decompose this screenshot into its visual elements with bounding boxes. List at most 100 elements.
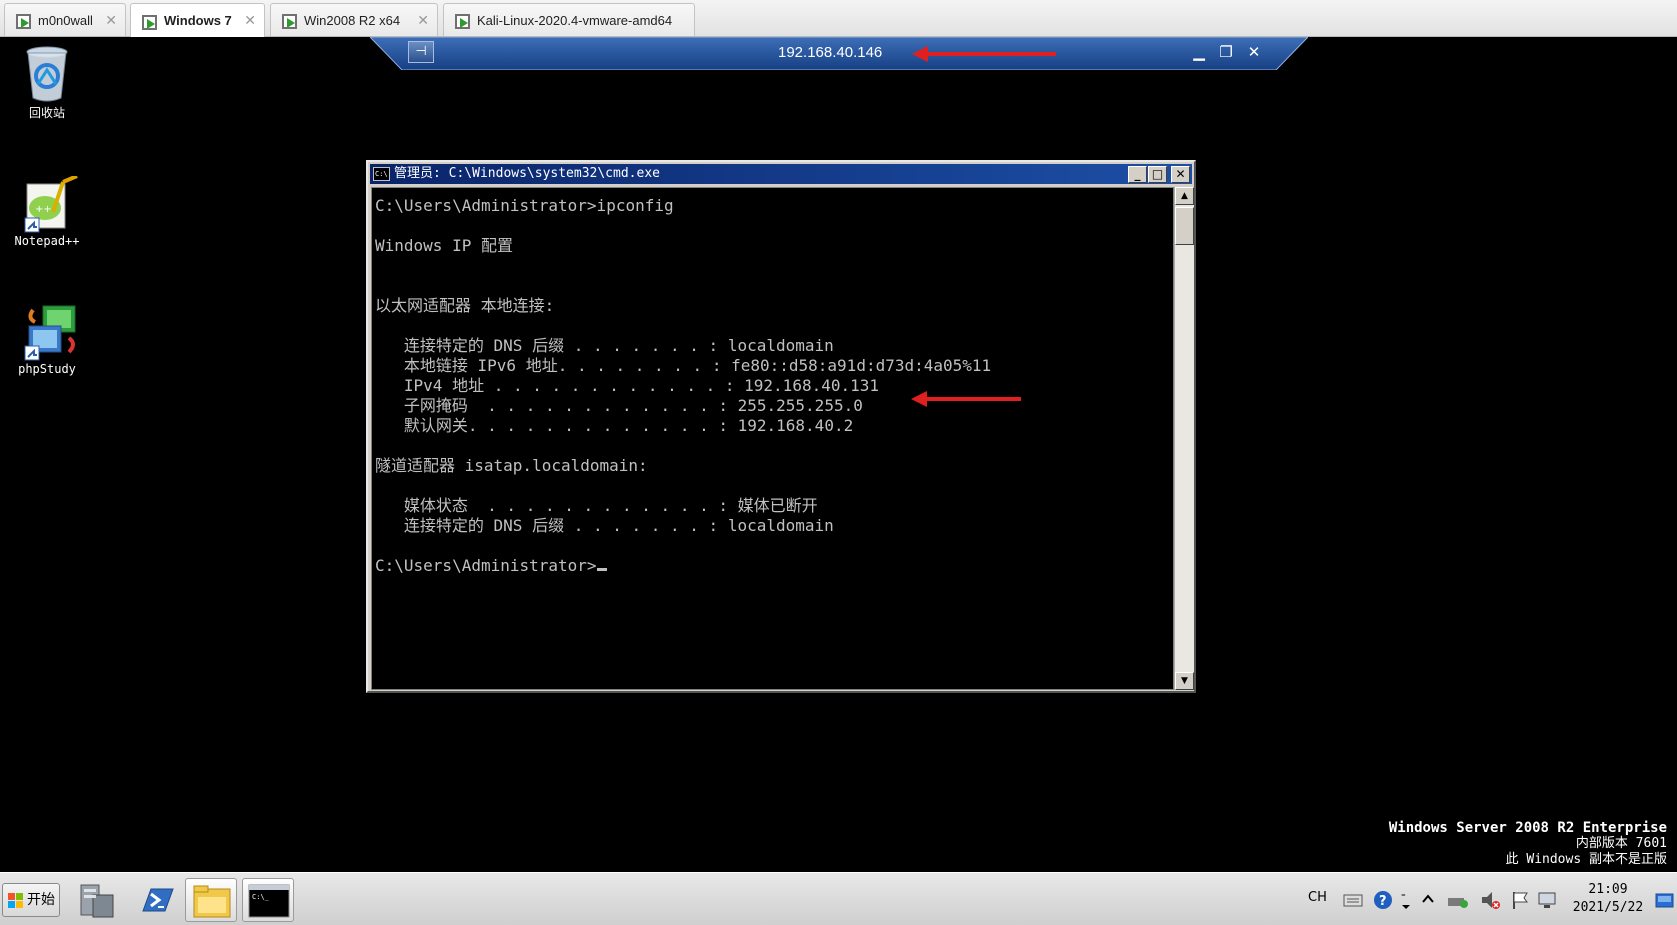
os-genuine-notice: 此 Windows 副本不是正版 (1505, 852, 1667, 867)
console-text: C:\Users\Administrator>ipconfig Windows … (375, 196, 991, 576)
svg-text:C:\_: C:\_ (252, 893, 270, 901)
console-line: 以太网适配器 本地连接: (375, 296, 555, 315)
console-line: 隧道适配器 isatap.localdomain: (375, 456, 648, 475)
console-line: 连接特定的 DNS 后缀 . . . . . . . : localdomain (375, 516, 834, 535)
svg-text:++: ++ (35, 204, 52, 215)
vm-icon (141, 13, 157, 30)
monitor-icon[interactable] (1537, 890, 1557, 910)
tab-win2008[interactable]: Win2008 R2 x64 ✕ (270, 3, 438, 36)
tab-label: m0n0wall (38, 12, 93, 28)
tray-options-icon[interactable]: ⁼ (1400, 890, 1420, 910)
start-label: 开始 (27, 892, 55, 908)
vm-icon (281, 12, 297, 29)
desktop-icon-label: phpStudy (18, 362, 76, 376)
action-center-flag-icon[interactable] (1510, 890, 1530, 910)
close-icon[interactable]: ✕ (105, 12, 117, 29)
phpstudy-icon (23, 304, 76, 361)
os-build: 内部版本 7601 (1575, 836, 1667, 851)
maximize-button[interactable]: □ (1148, 166, 1167, 183)
remote-connection-bar: ⊣ 192.168.40.146 ▁ ❐ ✕ (370, 37, 1308, 70)
vertical-scrollbar[interactable]: ▲ ▼ (1174, 187, 1194, 690)
scroll-thumb[interactable] (1175, 207, 1194, 245)
tab-windows-7[interactable]: Windows 7 ✕ (130, 3, 265, 37)
console-line: 默认网关. . . . . . . . . . . . . : 192.168.… (375, 416, 854, 435)
minimize-button[interactable]: _ (1128, 166, 1147, 183)
powershell-icon (142, 888, 174, 912)
windows-logo-icon (8, 893, 24, 909)
red-arrow-annotation (911, 391, 1021, 407)
clock-date: 2021/5/22 (1572, 900, 1644, 915)
desktop-icon-phpstudy[interactable]: phpStudy (2, 304, 92, 376)
desktop-icon-label: Notepad++ (14, 234, 80, 248)
network-icon[interactable] (1446, 890, 1468, 910)
taskbar-server-manager[interactable] (70, 878, 122, 922)
console-line: IPv4 地址 . . . . . . . . . . . . : 192.16… (375, 376, 880, 395)
taskbar-explorer[interactable] (185, 878, 237, 922)
keyboard-icon[interactable] (1343, 890, 1363, 910)
scroll-down-button[interactable]: ▼ (1175, 672, 1194, 690)
minimize-button[interactable]: ▁ (1188, 41, 1210, 63)
taskbar: 开始 C:\_ CH ? ⁼ 21:09 2021/5/22 (0, 872, 1677, 925)
os-watermark: Windows Server 2008 R2 Enterprise 内部版本 7… (1389, 820, 1667, 868)
text-cursor (596, 568, 607, 571)
svg-text:⁼: ⁼ (1401, 893, 1406, 903)
show-desktop-icon[interactable] (1655, 890, 1675, 910)
vm-icon (454, 12, 470, 29)
console-line: C:\Users\Administrator>ipconfig (375, 196, 674, 215)
os-edition: Windows Server 2008 R2 Enterprise (1388, 820, 1667, 836)
help-icon[interactable]: ? (1373, 890, 1393, 910)
start-button[interactable]: 开始 (2, 883, 60, 917)
volume-muted-icon[interactable] (1480, 890, 1500, 910)
screen: m0n0wall ✕ Windows 7 ✕ Win2008 R2 x64 ✕ … (0, 0, 1677, 925)
system-clock[interactable]: 21:09 2021/5/22 (1564, 881, 1652, 917)
console-line: 媒体状态 . . . . . . . . . . . . : 媒体已断开 (375, 496, 818, 515)
vm-icon (15, 12, 31, 29)
recycle-bin-icon (23, 44, 71, 102)
server-manager-icon (80, 884, 114, 918)
console-line: 连接特定的 DNS 后缀 . . . . . . . : localdomain (375, 336, 834, 355)
taskbar-cmd[interactable]: C:\_ (242, 878, 294, 922)
tab-label: Win2008 R2 x64 (304, 12, 401, 28)
console-prompt: C:\Users\Administrator> (375, 556, 991, 576)
cmd-icon: C:\ (373, 167, 390, 181)
vmware-tab-bar: m0n0wall ✕ Windows 7 ✕ Win2008 R2 x64 ✕ … (0, 0, 1677, 37)
tab-m0n0wall[interactable]: m0n0wall ✕ (4, 3, 126, 36)
chevron-up-icon[interactable] (1421, 890, 1441, 910)
cmd-window[interactable]: C:\ 管理员: C:\Windows\system32\cmd.exe _ □… (366, 160, 1196, 693)
close-icon[interactable]: ✕ (417, 12, 429, 29)
pin-icon[interactable]: ⊣ (408, 41, 434, 63)
scroll-up-button[interactable]: ▲ (1175, 187, 1194, 205)
notepadpp-icon: ++ (23, 174, 78, 233)
cmd-title-bar[interactable]: C:\ 管理员: C:\Windows\system32\cmd.exe (370, 164, 1192, 184)
restore-button[interactable]: ❐ (1215, 41, 1237, 63)
folder-icon (193, 885, 231, 918)
clock-time: 21:09 (1588, 882, 1628, 897)
close-icon[interactable]: ✕ (244, 12, 256, 29)
desktop-icon-label: 回收站 (28, 106, 65, 120)
close-button[interactable]: ✕ (1171, 166, 1190, 183)
desktop-icon-notepadpp[interactable]: ++ Notepad++ (2, 174, 92, 248)
console-output[interactable]: C:\Users\Administrator>ipconfig Windows … (371, 187, 1174, 690)
taskbar-powershell[interactable] (130, 878, 182, 922)
language-indicator[interactable]: CH (1308, 890, 1327, 925)
console-line: 本地链接 IPv6 地址. . . . . . . . : fe80::d58:… (375, 356, 992, 375)
cmd-icon: C:\_ (248, 884, 290, 918)
tab-label: Kali-Linux-2020.4-vmware-amd64 (477, 12, 673, 28)
close-button[interactable]: ✕ (1243, 41, 1265, 63)
console-line: 子网掩码 . . . . . . . . . . . . : 255.255.2… (375, 396, 863, 415)
console-line: Windows IP 配置 (375, 236, 513, 255)
svg-text:?: ? (1379, 894, 1387, 909)
red-arrow-annotation (912, 46, 1056, 62)
cmd-window-title: 管理员: C:\Windows\system32\cmd.exe (394, 166, 660, 181)
tab-kali[interactable]: Kali-Linux-2020.4-vmware-amd64 (443, 3, 695, 36)
tab-label: Windows 7 (164, 13, 232, 28)
desktop-icon-recycle-bin[interactable]: 回收站 (2, 44, 92, 121)
connection-ip: 192.168.40.146 (778, 44, 883, 61)
